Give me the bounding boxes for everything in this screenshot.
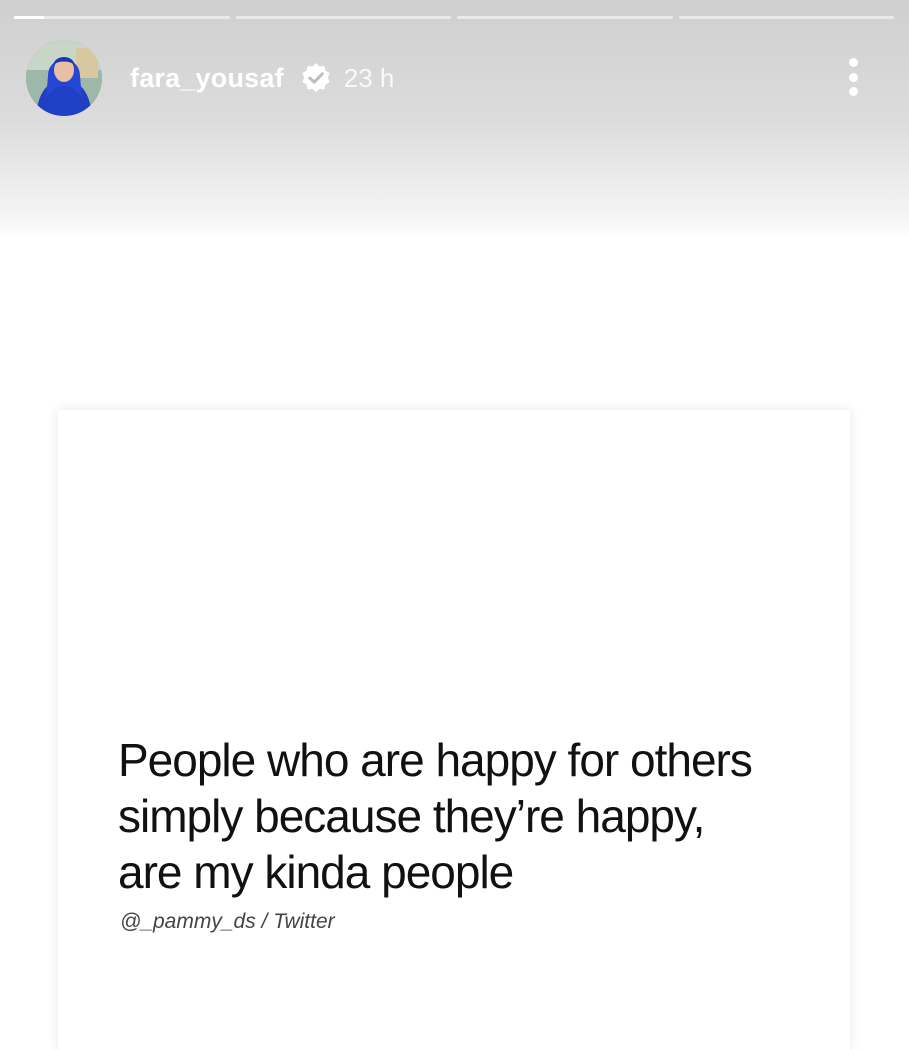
progress-segment: [235, 16, 451, 19]
story-header: fara_yousaf 23 h: [26, 40, 394, 116]
more-vertical-icon[interactable]: [847, 58, 859, 96]
more-dot: [848, 58, 858, 67]
story-progress-bars: [14, 16, 894, 19]
progress-segment: [457, 16, 673, 19]
quote-text: People who are happy for others simply b…: [118, 732, 818, 900]
progress-segment: [14, 16, 230, 19]
verified-badge-icon: [300, 62, 332, 94]
avatar[interactable]: [26, 40, 102, 116]
quote-line: simply because they’re happy,: [118, 790, 705, 842]
progress-segment: [678, 16, 894, 19]
username[interactable]: fara_yousaf: [130, 63, 284, 94]
post-card: People who are happy for others simply b…: [58, 410, 850, 1050]
quote-line: People who are happy for others: [118, 734, 753, 786]
quote-line: are my kinda people: [118, 846, 514, 898]
more-dot: [848, 72, 858, 82]
quote-source: @_pammy_ds / Twitter: [120, 910, 335, 933]
more-dot: [848, 87, 858, 96]
progress-fill: [14, 16, 45, 19]
time-ago: 23 h: [343, 62, 395, 93]
